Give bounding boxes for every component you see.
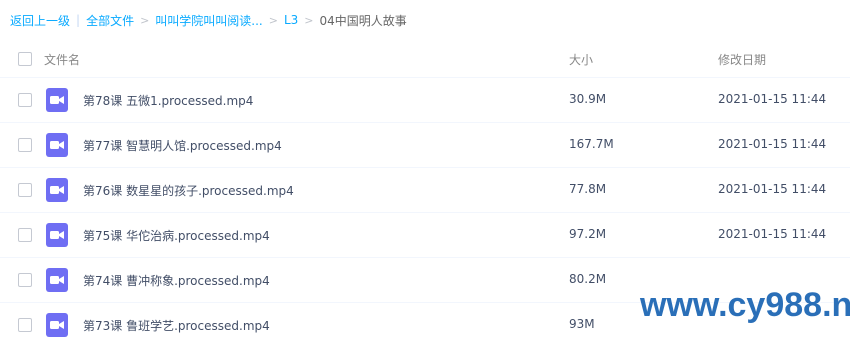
chevron-right-icon: >: [140, 13, 150, 27]
row-checkbox[interactable]: [18, 318, 32, 332]
table-row[interactable]: 第75课 华佗治病.processed.mp4 97.2M 2021-01-15…: [0, 213, 850, 258]
row-checkbox[interactable]: [18, 183, 32, 197]
video-file-icon: [46, 313, 68, 337]
chevron-right-icon: >: [304, 13, 314, 27]
file-name[interactable]: 第75课 华佗治病.processed.mp4: [83, 227, 270, 244]
file-list-header: 文件名 大小 修改日期: [0, 40, 850, 78]
file-date: 2021-01-15 11:44: [718, 137, 827, 151]
file-name[interactable]: 第78课 五微1.processed.mp4: [83, 92, 253, 109]
breadcrumb-folder-link[interactable]: 叫叫学院叫叫阅读...: [155, 12, 262, 29]
breadcrumb-all-files-link[interactable]: 全部文件: [86, 12, 134, 29]
table-row[interactable]: 第77课 智慧明人馆.processed.mp4 167.7M 2021-01-…: [0, 123, 850, 168]
column-header-size[interactable]: 大小: [569, 51, 593, 68]
file-size: 167.7M: [569, 137, 614, 151]
file-name[interactable]: 第77课 智慧明人馆.processed.mp4: [83, 137, 282, 154]
breadcrumb-divider: |: [76, 13, 81, 27]
video-file-icon: [46, 223, 68, 247]
breadcrumb-current: 04中国明人故事: [319, 13, 407, 28]
video-file-icon: [46, 88, 68, 112]
table-row[interactable]: 第78课 五微1.processed.mp4 30.9M 2021-01-15 …: [0, 78, 850, 123]
file-size: 30.9M: [569, 92, 607, 106]
chevron-right-icon: >: [268, 13, 278, 27]
row-checkbox[interactable]: [18, 273, 32, 287]
file-size: 77.8M: [569, 182, 607, 196]
video-file-icon: [46, 133, 68, 157]
file-size: 97.2M: [569, 227, 607, 241]
select-all-checkbox[interactable]: [18, 52, 32, 66]
breadcrumb: 返回上一级 | 全部文件 > 叫叫学院叫叫阅读... > L3 > 04中国明人…: [10, 11, 407, 29]
watermark: www.cy988.net: [640, 286, 850, 324]
breadcrumb-back-link[interactable]: 返回上一级: [10, 12, 70, 29]
column-header-date[interactable]: 修改日期: [718, 51, 766, 68]
row-checkbox[interactable]: [18, 228, 32, 242]
table-row[interactable]: 第76课 数星星的孩子.processed.mp4 77.8M 2021-01-…: [0, 168, 850, 213]
row-checkbox[interactable]: [18, 138, 32, 152]
video-file-icon: [46, 178, 68, 202]
file-name[interactable]: 第74课 曹冲称象.processed.mp4: [83, 272, 270, 289]
column-header-name[interactable]: 文件名: [44, 51, 80, 68]
file-size: 93M: [569, 317, 595, 331]
breadcrumb-folder-link[interactable]: L3: [284, 13, 298, 27]
row-checkbox[interactable]: [18, 93, 32, 107]
video-file-icon: [46, 268, 68, 292]
file-date: 2021-01-15 11:44: [718, 227, 827, 241]
file-size: 80.2M: [569, 272, 607, 286]
file-name[interactable]: 第73课 鲁班学艺.processed.mp4: [83, 317, 270, 334]
file-name[interactable]: 第76课 数星星的孩子.processed.mp4: [83, 182, 294, 199]
file-list-page: 返回上一级 | 全部文件 > 叫叫学院叫叫阅读... > L3 > 04中国明人…: [0, 0, 850, 345]
file-date: 2021-01-15 11:44: [718, 182, 827, 196]
file-date: 2021-01-15 11:44: [718, 92, 827, 106]
